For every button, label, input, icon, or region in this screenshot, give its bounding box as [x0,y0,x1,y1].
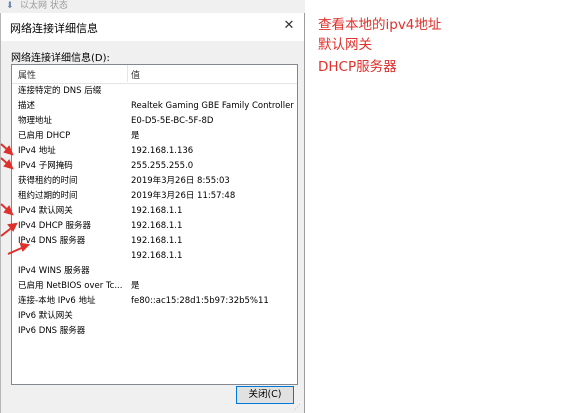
annotation-ipv4: 查看本地的ipv4地址 [318,17,442,33]
annotation-dhcp: DHCP服务器 [318,59,397,75]
annotation-arrows [0,143,31,255]
annotation-gateway: 默认网关 [318,37,372,53]
arrow-head-icon [19,242,31,252]
